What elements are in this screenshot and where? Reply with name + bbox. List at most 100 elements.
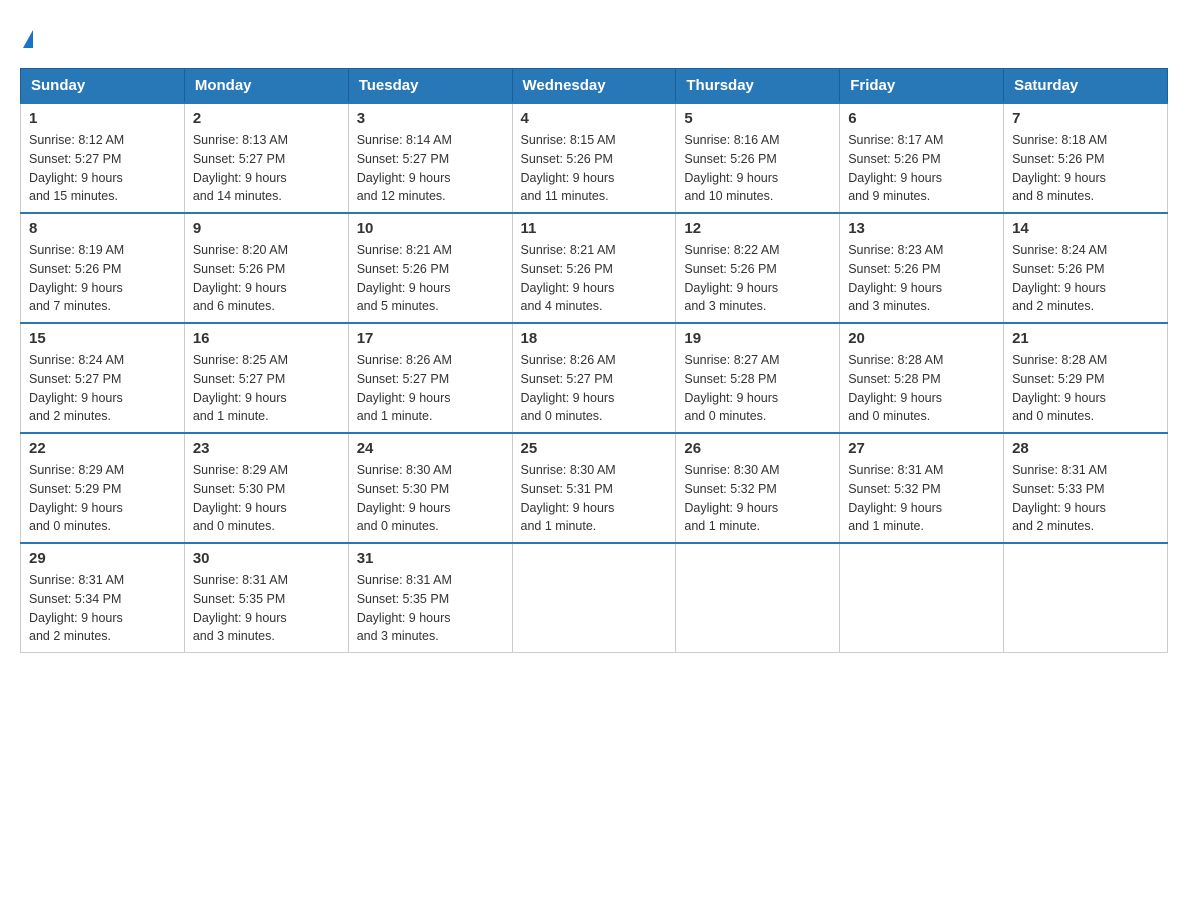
day-info: Sunrise: 8:31 AM Sunset: 5:35 PM Dayligh… bbox=[357, 571, 504, 646]
sunrise-label: Sunrise: 8:22 AM bbox=[684, 243, 779, 257]
daylight-label: Daylight: 9 hours bbox=[848, 281, 942, 295]
calendar-cell: 31 Sunrise: 8:31 AM Sunset: 5:35 PM Dayl… bbox=[348, 543, 512, 653]
daylight-label: Daylight: 9 hours bbox=[193, 501, 287, 515]
day-info: Sunrise: 8:13 AM Sunset: 5:27 PM Dayligh… bbox=[193, 131, 340, 206]
calendar-week-row: 22 Sunrise: 8:29 AM Sunset: 5:29 PM Dayl… bbox=[21, 433, 1168, 543]
header-day-sunday: Sunday bbox=[21, 69, 185, 104]
daylight-label: Daylight: 9 hours bbox=[357, 611, 451, 625]
calendar-cell: 23 Sunrise: 8:29 AM Sunset: 5:30 PM Dayl… bbox=[184, 433, 348, 543]
daylight-minutes: and 2 minutes. bbox=[29, 629, 111, 643]
daylight-label: Daylight: 9 hours bbox=[357, 281, 451, 295]
sunrise-label: Sunrise: 8:16 AM bbox=[684, 133, 779, 147]
sunset-label: Sunset: 5:34 PM bbox=[29, 592, 121, 606]
daylight-minutes: and 8 minutes. bbox=[1012, 189, 1094, 203]
calendar-cell: 16 Sunrise: 8:25 AM Sunset: 5:27 PM Dayl… bbox=[184, 323, 348, 433]
day-info: Sunrise: 8:29 AM Sunset: 5:30 PM Dayligh… bbox=[193, 461, 340, 536]
day-info: Sunrise: 8:12 AM Sunset: 5:27 PM Dayligh… bbox=[29, 131, 176, 206]
sunrise-label: Sunrise: 8:18 AM bbox=[1012, 133, 1107, 147]
calendar-cell: 27 Sunrise: 8:31 AM Sunset: 5:32 PM Dayl… bbox=[840, 433, 1004, 543]
day-number: 9 bbox=[193, 220, 340, 237]
logo-triangle-icon bbox=[23, 30, 33, 48]
day-number: 3 bbox=[357, 110, 504, 127]
daylight-minutes: and 5 minutes. bbox=[357, 299, 439, 313]
sunset-label: Sunset: 5:31 PM bbox=[521, 482, 613, 496]
header-day-tuesday: Tuesday bbox=[348, 69, 512, 104]
sunrise-label: Sunrise: 8:30 AM bbox=[357, 463, 452, 477]
calendar-cell: 22 Sunrise: 8:29 AM Sunset: 5:29 PM Dayl… bbox=[21, 433, 185, 543]
day-number: 2 bbox=[193, 110, 340, 127]
day-info: Sunrise: 8:28 AM Sunset: 5:28 PM Dayligh… bbox=[848, 351, 995, 426]
sunrise-label: Sunrise: 8:21 AM bbox=[357, 243, 452, 257]
calendar-cell bbox=[676, 543, 840, 653]
daylight-label: Daylight: 9 hours bbox=[1012, 501, 1106, 515]
sunset-label: Sunset: 5:32 PM bbox=[848, 482, 940, 496]
calendar-cell: 18 Sunrise: 8:26 AM Sunset: 5:27 PM Dayl… bbox=[512, 323, 676, 433]
calendar-cell: 6 Sunrise: 8:17 AM Sunset: 5:26 PM Dayli… bbox=[840, 103, 1004, 213]
calendar-cell: 12 Sunrise: 8:22 AM Sunset: 5:26 PM Dayl… bbox=[676, 213, 840, 323]
daylight-label: Daylight: 9 hours bbox=[1012, 171, 1106, 185]
sunset-label: Sunset: 5:27 PM bbox=[29, 372, 121, 386]
daylight-label: Daylight: 9 hours bbox=[521, 391, 615, 405]
daylight-minutes: and 0 minutes. bbox=[1012, 409, 1094, 423]
day-number: 21 bbox=[1012, 330, 1159, 347]
day-info: Sunrise: 8:16 AM Sunset: 5:26 PM Dayligh… bbox=[684, 131, 831, 206]
day-number: 19 bbox=[684, 330, 831, 347]
day-number: 27 bbox=[848, 440, 995, 457]
calendar-cell: 26 Sunrise: 8:30 AM Sunset: 5:32 PM Dayl… bbox=[676, 433, 840, 543]
daylight-minutes: and 15 minutes. bbox=[29, 189, 118, 203]
daylight-label: Daylight: 9 hours bbox=[521, 281, 615, 295]
sunrise-label: Sunrise: 8:31 AM bbox=[1012, 463, 1107, 477]
daylight-label: Daylight: 9 hours bbox=[29, 611, 123, 625]
sunset-label: Sunset: 5:32 PM bbox=[684, 482, 776, 496]
calendar-cell: 4 Sunrise: 8:15 AM Sunset: 5:26 PM Dayli… bbox=[512, 103, 676, 213]
daylight-label: Daylight: 9 hours bbox=[29, 281, 123, 295]
calendar-cell: 7 Sunrise: 8:18 AM Sunset: 5:26 PM Dayli… bbox=[1004, 103, 1168, 213]
sunrise-label: Sunrise: 8:26 AM bbox=[357, 353, 452, 367]
sunrise-label: Sunrise: 8:19 AM bbox=[29, 243, 124, 257]
daylight-label: Daylight: 9 hours bbox=[29, 391, 123, 405]
daylight-minutes: and 12 minutes. bbox=[357, 189, 446, 203]
daylight-label: Daylight: 9 hours bbox=[357, 501, 451, 515]
daylight-minutes: and 6 minutes. bbox=[193, 299, 275, 313]
sunset-label: Sunset: 5:26 PM bbox=[848, 152, 940, 166]
daylight-label: Daylight: 9 hours bbox=[848, 501, 942, 515]
daylight-label: Daylight: 9 hours bbox=[684, 281, 778, 295]
day-info: Sunrise: 8:30 AM Sunset: 5:31 PM Dayligh… bbox=[521, 461, 668, 536]
day-number: 13 bbox=[848, 220, 995, 237]
sunset-label: Sunset: 5:26 PM bbox=[193, 262, 285, 276]
daylight-minutes: and 0 minutes. bbox=[193, 519, 275, 533]
day-info: Sunrise: 8:30 AM Sunset: 5:30 PM Dayligh… bbox=[357, 461, 504, 536]
daylight-label: Daylight: 9 hours bbox=[521, 501, 615, 515]
calendar-cell bbox=[840, 543, 1004, 653]
sunset-label: Sunset: 5:26 PM bbox=[684, 262, 776, 276]
sunrise-label: Sunrise: 8:31 AM bbox=[357, 573, 452, 587]
header-day-thursday: Thursday bbox=[676, 69, 840, 104]
daylight-minutes: and 2 minutes. bbox=[1012, 299, 1094, 313]
day-info: Sunrise: 8:31 AM Sunset: 5:32 PM Dayligh… bbox=[848, 461, 995, 536]
day-number: 16 bbox=[193, 330, 340, 347]
calendar-cell: 13 Sunrise: 8:23 AM Sunset: 5:26 PM Dayl… bbox=[840, 213, 1004, 323]
calendar-header-row: SundayMondayTuesdayWednesdayThursdayFrid… bbox=[21, 69, 1168, 104]
logo-text bbox=[20, 20, 33, 48]
calendar-cell: 17 Sunrise: 8:26 AM Sunset: 5:27 PM Dayl… bbox=[348, 323, 512, 433]
sunset-label: Sunset: 5:26 PM bbox=[684, 152, 776, 166]
daylight-minutes: and 1 minute. bbox=[193, 409, 269, 423]
day-info: Sunrise: 8:29 AM Sunset: 5:29 PM Dayligh… bbox=[29, 461, 176, 536]
day-info: Sunrise: 8:15 AM Sunset: 5:26 PM Dayligh… bbox=[521, 131, 668, 206]
daylight-minutes: and 0 minutes. bbox=[521, 409, 603, 423]
sunrise-label: Sunrise: 8:17 AM bbox=[848, 133, 943, 147]
daylight-minutes: and 4 minutes. bbox=[521, 299, 603, 313]
calendar-week-row: 1 Sunrise: 8:12 AM Sunset: 5:27 PM Dayli… bbox=[21, 103, 1168, 213]
calendar-cell: 21 Sunrise: 8:28 AM Sunset: 5:29 PM Dayl… bbox=[1004, 323, 1168, 433]
calendar-cell: 24 Sunrise: 8:30 AM Sunset: 5:30 PM Dayl… bbox=[348, 433, 512, 543]
sunrise-label: Sunrise: 8:28 AM bbox=[848, 353, 943, 367]
sunset-label: Sunset: 5:26 PM bbox=[848, 262, 940, 276]
day-info: Sunrise: 8:21 AM Sunset: 5:26 PM Dayligh… bbox=[521, 241, 668, 316]
daylight-minutes: and 0 minutes. bbox=[848, 409, 930, 423]
sunset-label: Sunset: 5:35 PM bbox=[193, 592, 285, 606]
calendar-cell: 30 Sunrise: 8:31 AM Sunset: 5:35 PM Dayl… bbox=[184, 543, 348, 653]
daylight-label: Daylight: 9 hours bbox=[848, 391, 942, 405]
day-number: 14 bbox=[1012, 220, 1159, 237]
calendar-week-row: 8 Sunrise: 8:19 AM Sunset: 5:26 PM Dayli… bbox=[21, 213, 1168, 323]
calendar-cell bbox=[512, 543, 676, 653]
